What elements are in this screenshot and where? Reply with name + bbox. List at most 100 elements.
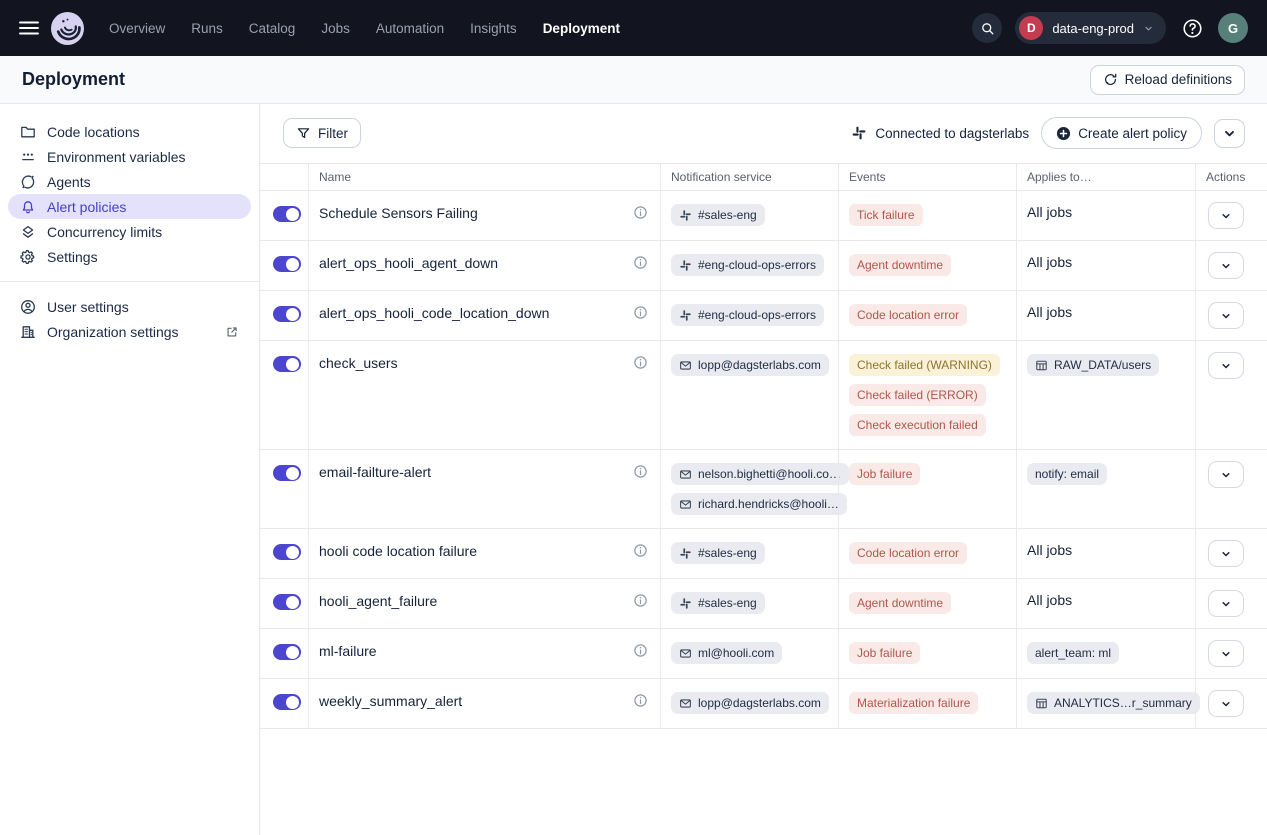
- enable-toggle[interactable]: [273, 206, 301, 222]
- applies-to-label: alert_team: ml: [1035, 646, 1111, 660]
- external-link-icon: [225, 325, 239, 339]
- table-body: Schedule Sensors Failing#sales-engTick f…: [260, 191, 1267, 729]
- sidebar-item-settings[interactable]: Settings: [8, 244, 251, 269]
- dagster-logo-icon: [51, 12, 84, 45]
- bell-icon: [20, 199, 36, 215]
- row-actions-button[interactable]: [1208, 540, 1244, 567]
- table-row: email-failture-alertnelson.bighetti@hool…: [260, 450, 1267, 529]
- event-badge: Check failed (ERROR): [849, 384, 986, 406]
- create-policy-menu-button[interactable]: [1214, 119, 1245, 148]
- row-actions-button[interactable]: [1208, 252, 1244, 279]
- event-badge: Job failure: [849, 463, 920, 485]
- row-actions-button[interactable]: [1208, 352, 1244, 379]
- notification-label: lopp@dagsterlabs.com: [698, 696, 821, 710]
- info-icon[interactable]: [633, 205, 648, 220]
- applies-to-chip: alert_team: ml: [1027, 642, 1119, 664]
- enable-toggle[interactable]: [273, 256, 301, 272]
- settings-sidebar: Code locations Environment variables Agent…: [0, 104, 260, 835]
- enable-toggle[interactable]: [273, 644, 301, 660]
- info-icon[interactable]: [633, 543, 648, 558]
- enable-toggle[interactable]: [273, 594, 301, 610]
- email-icon: [679, 498, 692, 511]
- info-icon[interactable]: [633, 643, 648, 658]
- nav-item-catalog[interactable]: Catalog: [249, 21, 296, 36]
- layers-icon: [20, 224, 36, 240]
- toolbar: Filter Connected to dagsterlabs Create a…: [260, 118, 1267, 148]
- sidebar-item-code-locations[interactable]: Code locations: [8, 119, 251, 144]
- notification-chip: #eng-cloud-ops-errors: [671, 304, 824, 326]
- info-icon[interactable]: [633, 305, 648, 320]
- table-icon: [1035, 359, 1048, 372]
- deployment-name: data-eng-prod: [1052, 21, 1134, 36]
- sidebar-item-label: Environment variables: [47, 149, 186, 165]
- sidebar-item-label: Organization settings: [47, 324, 179, 340]
- enable-toggle[interactable]: [273, 356, 301, 372]
- notification-chip: lopp@dagsterlabs.com: [671, 692, 829, 714]
- sidebar-divider: [0, 281, 259, 282]
- event-badge: Code location error: [849, 542, 967, 564]
- info-icon[interactable]: [633, 693, 648, 708]
- nav-item-runs[interactable]: Runs: [191, 21, 223, 36]
- sidebar-item-agents[interactable]: Agents: [8, 169, 251, 194]
- applies-to-value: All jobs: [1027, 542, 1072, 558]
- deployment-initial-badge: D: [1019, 16, 1043, 40]
- email-icon: [679, 359, 692, 372]
- applies-to-chip: RAW_DATA/users: [1027, 354, 1159, 376]
- row-actions-button[interactable]: [1208, 590, 1244, 617]
- enable-toggle[interactable]: [273, 306, 301, 322]
- deployment-switcher[interactable]: D data-eng-prod: [1015, 12, 1166, 44]
- info-icon[interactable]: [633, 593, 648, 608]
- info-icon[interactable]: [633, 255, 648, 270]
- agents-icon: [20, 174, 36, 190]
- row-actions-button[interactable]: [1208, 461, 1244, 488]
- enable-toggle[interactable]: [273, 465, 301, 481]
- table-row: Schedule Sensors Failing#sales-engTick f…: [260, 191, 1267, 241]
- event-badge: Materialization failure: [849, 692, 978, 714]
- row-actions-button[interactable]: [1208, 690, 1244, 717]
- row-actions-button[interactable]: [1208, 302, 1244, 329]
- applies-to-value: All jobs: [1027, 304, 1072, 320]
- create-alert-policy-button[interactable]: Create alert policy: [1041, 117, 1202, 149]
- help-button[interactable]: [1179, 15, 1205, 41]
- nav-item-deployment[interactable]: Deployment: [543, 21, 620, 36]
- slack-icon: [679, 309, 692, 322]
- table-row: alert_ops_hooli_code_location_down#eng-c…: [260, 291, 1267, 341]
- row-actions-button[interactable]: [1208, 202, 1244, 229]
- sidebar-item-organization-settings[interactable]: Organization settings: [8, 319, 251, 344]
- enable-toggle[interactable]: [273, 694, 301, 710]
- row-actions-button[interactable]: [1208, 640, 1244, 667]
- notification-chip: lopp@dagsterlabs.com: [671, 354, 829, 376]
- sidebar-item-label: Agents: [47, 174, 91, 190]
- hamburger-menu-button[interactable]: [16, 15, 42, 41]
- policy-name: alert_ops_hooli_agent_down: [319, 255, 498, 271]
- enable-toggle[interactable]: [273, 544, 301, 560]
- notification-chip: ml@hooli.com: [671, 642, 782, 664]
- search-button[interactable]: [972, 13, 1002, 43]
- sidebar-item-concurrency-limits[interactable]: Concurrency limits: [8, 219, 251, 244]
- user-avatar[interactable]: G: [1218, 13, 1248, 43]
- notification-label: richard.hendricks@hooli…: [698, 497, 839, 511]
- top-nav: Overview Runs Catalog Jobs Automation Insight…: [0, 0, 1267, 56]
- nav-item-insights[interactable]: Insights: [470, 21, 517, 36]
- chevron-down-icon: [1220, 698, 1232, 710]
- applies-to-label: ANALYTICS…r_summary: [1054, 696, 1192, 710]
- notification-chip: #sales-eng: [671, 592, 765, 614]
- applies-to-value: All jobs: [1027, 254, 1072, 270]
- filter-button[interactable]: Filter: [283, 118, 361, 148]
- info-icon[interactable]: [633, 464, 648, 479]
- sidebar-item-user-settings[interactable]: User settings: [8, 294, 251, 319]
- sidebar-item-alert-policies[interactable]: Alert policies: [8, 194, 251, 219]
- alert-policies-main: Filter Connected to dagsterlabs Create a…: [260, 104, 1267, 835]
- nav-item-overview[interactable]: Overview: [109, 21, 165, 36]
- event-badge: Agent downtime: [849, 254, 951, 276]
- applies-to-label: notify: email: [1035, 467, 1099, 481]
- sidebar-item-environment-variables[interactable]: Environment variables: [8, 144, 251, 169]
- help-icon: [1182, 18, 1203, 39]
- reload-icon: [1103, 72, 1118, 87]
- nav-item-automation[interactable]: Automation: [376, 21, 444, 36]
- nav-item-jobs[interactable]: Jobs: [321, 21, 350, 36]
- chevron-down-icon: [1220, 260, 1232, 272]
- reload-definitions-button[interactable]: Reload definitions: [1090, 65, 1245, 95]
- slack-icon: [679, 259, 692, 272]
- info-icon[interactable]: [633, 355, 648, 370]
